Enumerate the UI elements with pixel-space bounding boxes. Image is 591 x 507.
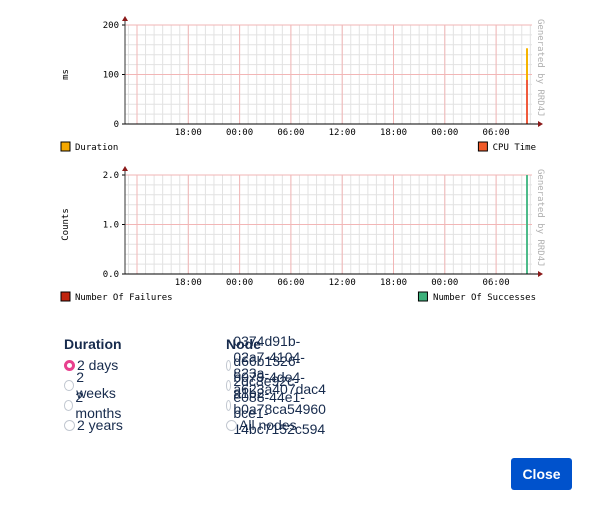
close-button[interactable]: Close [511, 458, 572, 490]
x-tick-label: 00:00 [226, 128, 253, 138]
x-tick-label: 06:00 [277, 128, 304, 138]
x-tick-label: 18:00 [380, 278, 407, 288]
x-tick-label: 06:00 [277, 278, 304, 288]
duration-radio[interactable] [64, 399, 74, 411]
y-tick-label: 100 [103, 71, 119, 81]
y-axis-label: Counts [61, 208, 71, 241]
y-tick-label: 0.0 [103, 270, 119, 280]
x-tick-label: 00:00 [431, 278, 458, 288]
x-tick-label: 00:00 [431, 128, 458, 138]
legend-swatch [60, 291, 71, 302]
x-tick-label: 12:00 [329, 128, 356, 138]
duration-heading: Duration [64, 336, 122, 352]
y-axis-label: ms [61, 69, 71, 80]
node-radio[interactable] [226, 359, 232, 371]
node-group: Node 0374d91b-02a7-4104-823a-a623a407dac… [226, 333, 332, 437]
y-tick-label: 200 [103, 21, 119, 31]
legend-label: Number Of Successes [433, 293, 536, 303]
failures-successes-chart: 0.0 1.0 2.0 18:00 00:00 06:00 12:00 18:00 00:00 0… [60, 166, 545, 303]
node-radio[interactable] [226, 399, 232, 411]
duration-option[interactable]: 2 months [64, 389, 123, 421]
legend-swatch [417, 291, 428, 302]
duration-radio[interactable] [64, 359, 75, 371]
x-tick-label: 06:00 [483, 278, 510, 288]
y-axis-arrow-icon [122, 166, 128, 171]
watermark: Generated by RRD4J [535, 19, 545, 117]
legend-label: Number Of Failures [75, 293, 173, 303]
duration-option-label: 2 years [77, 417, 123, 433]
x-tick-label: 18:00 [175, 128, 202, 138]
x-axis-arrow-icon [538, 121, 543, 127]
x-tick-label: 18:00 [380, 128, 407, 138]
node-radio[interactable] [226, 419, 237, 431]
x-tick-label: 12:00 [329, 278, 356, 288]
duration-group: Duration 2 days 2 weeks 2 months 2 years [64, 336, 123, 435]
node-radio[interactable] [226, 379, 232, 391]
node-option-label: All nodes [239, 417, 297, 433]
x-tick-label: 00:00 [226, 278, 253, 288]
x-tick-label: 06:00 [483, 128, 510, 138]
y-tick-label: 2.0 [103, 171, 119, 181]
duration-cpu-chart: 0 100 200 18:00 00:00 06:00 12:00 18:00 00:00 06:… [60, 16, 545, 153]
node-option[interactable]: 2dc8e92c-e088-44e1-bce1-14bc7152c594 [226, 373, 332, 437]
watermark: Generated by RRD4J [535, 169, 545, 267]
y-tick-label: 0 [114, 120, 119, 130]
x-axis-arrow-icon [538, 271, 543, 277]
duration-radio[interactable] [64, 379, 75, 391]
x-tick-label: 18:00 [175, 278, 202, 288]
y-axis-arrow-icon [122, 16, 128, 21]
y-tick-label: 1.0 [103, 221, 119, 231]
duration-option[interactable]: 2 years [64, 415, 123, 435]
duration-radio[interactable] [64, 419, 75, 431]
